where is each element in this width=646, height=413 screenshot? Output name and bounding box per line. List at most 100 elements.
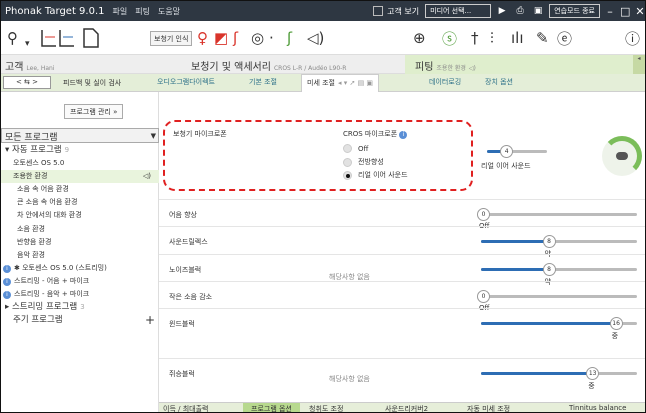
program-item[interactable]: 오토센스 OS 5.0 xyxy=(1,157,159,170)
ear-icon[interactable]: ⓢ xyxy=(442,27,457,49)
tab-fine-tuning[interactable]: 미세 조절 ◂ ▾ ➚ ▤ ▣ xyxy=(301,74,380,92)
bottom-tab[interactable]: Tinnitus balance xyxy=(569,404,626,412)
print-icon[interactable]: ⎙ xyxy=(513,6,527,16)
speaker-icon[interactable]: ◁) xyxy=(143,170,151,183)
ear-sound-icon xyxy=(602,136,642,176)
play-icon[interactable]: ▶ xyxy=(495,6,509,16)
bottom-tab[interactable]: 자동 미세 조정 xyxy=(467,404,510,412)
radio-dot[interactable] xyxy=(343,157,352,167)
info-icon[interactable]: i xyxy=(3,277,11,286)
ear-level-icon[interactable]: ◩ xyxy=(214,27,228,49)
client-icon[interactable]: ⚲ xyxy=(7,27,18,49)
title-bar: Phonak Target 9.0.1 파일 피팅 도움말 고객 보기 미디어 … xyxy=(1,1,645,21)
program-group[interactable]: 주기 프로그램 + xyxy=(1,314,159,327)
program-group[interactable]: ▾ 자동 프로그램 9 xyxy=(1,144,159,157)
tab-datalogging[interactable]: 데이터로깅 xyxy=(429,77,461,87)
feature-slider-thumb[interactable]: 8 xyxy=(542,235,556,248)
bottom-tab[interactable]: 프로그램 옵션 xyxy=(243,403,300,412)
minimize-icon[interactable]: – xyxy=(605,5,615,18)
nav-arrows[interactable]: < ⇆ > xyxy=(3,76,51,89)
restore-icon[interactable]: □ xyxy=(620,5,630,18)
program-item[interactable]: 조용한 환경 ◁) xyxy=(1,170,159,184)
program-item[interactable]: i ✱ 오토센스 OS 5.0 (스트리밍) xyxy=(1,262,159,275)
tab-audiogram-direct[interactable]: 오디오그램다이렉트 xyxy=(157,77,215,87)
document-icon[interactable] xyxy=(83,27,99,49)
program-item[interactable]: 소음 속 어음 환경 xyxy=(1,183,159,196)
menu-file[interactable]: 파일 xyxy=(112,6,127,17)
patient-label: 고객 xyxy=(5,62,24,73)
program-item[interactable]: 큰 소음 속 어음 환경 xyxy=(1,196,159,209)
level-meter-icon[interactable]: ılı xyxy=(511,27,524,49)
program-item[interactable]: 반향음 환경 xyxy=(1,236,159,249)
feature-slider-thumb[interactable]: 13 xyxy=(586,367,600,380)
wrench-icon[interactable]: ✎ xyxy=(536,27,549,49)
cros-option[interactable]: 전방향성 xyxy=(343,157,384,167)
program-select[interactable]: 모든 프로그램 ▼ xyxy=(1,128,159,143)
crosshair-icon[interactable]: ⊕ xyxy=(413,27,426,49)
sound-options-icon[interactable]: · xyxy=(269,27,274,49)
feature-slider[interactable]: 0 Off xyxy=(477,290,637,312)
bottom-tab[interactable]: 이득 / 최대출력 xyxy=(163,404,208,412)
tab-basic-tuning[interactable]: 기본 조절 xyxy=(249,77,277,87)
patient-name: Lee, Hani xyxy=(26,65,55,72)
save-icon[interactable]: ▣ xyxy=(531,6,545,16)
add-program-icon[interactable]: + xyxy=(145,314,155,326)
close-icon[interactable]: ✕ xyxy=(635,5,645,18)
radio-dot[interactable] xyxy=(343,170,352,180)
program-item[interactable]: 소음 환경 xyxy=(1,223,159,236)
practice-mode-exit-button[interactable]: 연습모드 종료 xyxy=(549,4,600,18)
nav-step-feedback[interactable]: 피드백 및 실이 검사 xyxy=(63,78,121,88)
info-icon[interactable]: ⓘ xyxy=(625,27,640,49)
info-icon[interactable]: i xyxy=(399,131,408,139)
person-icon[interactable]: † xyxy=(471,27,479,49)
green-hearing-aid-icon[interactable]: ʃ xyxy=(287,27,292,49)
menu-fitting[interactable]: 피팅 xyxy=(135,6,150,17)
feature-slider[interactable]: 8약 xyxy=(481,235,637,258)
tab-device-options[interactable]: 장치 옵션 xyxy=(485,77,513,87)
feature-slider[interactable]: 16 중 xyxy=(481,317,637,340)
sound-level-icon[interactable]: ◎ xyxy=(251,27,264,49)
cros-option[interactable]: Off xyxy=(343,144,368,153)
program-management-button[interactable]: 프로그램 관리 » xyxy=(64,104,124,119)
program-item[interactable]: i 스트리밍 - 어음 + 마이크 xyxy=(1,275,159,288)
feature-slider-thumb[interactable]: 16 xyxy=(609,317,623,330)
radio-dot[interactable] xyxy=(343,144,352,153)
info-icon[interactable]: i xyxy=(3,264,11,273)
feature-slider[interactable]: 8약 xyxy=(481,263,637,286)
info-icon[interactable]: i xyxy=(3,291,11,300)
program-count: 3 xyxy=(80,303,85,312)
program-item[interactable]: i 스트리밍 - 음악 + 마이크 xyxy=(1,288,159,301)
feature-slider[interactable]: 13 중 xyxy=(481,367,637,390)
bottom-tab[interactable]: 청취도 조정 xyxy=(309,404,343,412)
equalizer-icon[interactable]: ⫶ xyxy=(490,27,494,49)
client-dropdown-icon[interactable]: ▾ xyxy=(25,33,30,55)
feature-slider-thumb[interactable]: 0 xyxy=(477,290,490,303)
customer-view-checkbox[interactable] xyxy=(373,6,384,16)
media-select-dropdown[interactable]: 미디어 선택... xyxy=(425,4,492,18)
undo-redo-icon[interactable]: ◂ ▾ ➚ ▤ ▣ xyxy=(338,79,373,87)
menu-help[interactable]: 도움말 xyxy=(158,6,180,17)
hearing-aid-detect-button[interactable]: 보청기 인식 xyxy=(150,31,193,46)
feedback-icon[interactable]: ʃ xyxy=(233,27,238,49)
devices-label: 보청기 및 액세서리 xyxy=(191,62,271,73)
program-item-label: 소음 환경 xyxy=(17,224,45,233)
microphone-slider-thumb[interactable]: 4 xyxy=(500,145,514,158)
speaker-icon[interactable]: ◁) xyxy=(307,27,324,49)
program-group[interactable]: ▸ 스트리밍 프로그램 3 xyxy=(1,301,159,314)
row-divider xyxy=(159,199,645,200)
program-item[interactable]: 차 안에서의 대화 환경 xyxy=(1,209,159,222)
fitting-nav-bar: < ⇆ > 피드백 및 실이 검사 오디오그램다이렉트 기본 조절 미세 조절 ◂… xyxy=(1,74,645,92)
audiogram-icon[interactable] xyxy=(41,27,75,49)
row-divider xyxy=(159,226,645,227)
cros-option[interactable]: 리얼 이어 사운드 xyxy=(343,170,408,180)
microphone-slider[interactable]: 4 xyxy=(487,145,547,158)
remote-icon[interactable]: ⓔ xyxy=(557,27,572,49)
feature-slider[interactable]: 0 Off xyxy=(477,208,637,230)
bottom-tab[interactable]: 사운드리커버2 xyxy=(385,404,428,412)
feature-slider-thumb[interactable]: 8 xyxy=(542,263,556,276)
customer-view-label: 고객 보기 xyxy=(387,6,420,16)
hearing-aid-icon[interactable]: ♀ xyxy=(197,27,208,49)
feature-slider-fill xyxy=(481,322,614,325)
program-item[interactable]: 음악 환경 xyxy=(1,249,159,262)
feature-slider-thumb[interactable]: 0 xyxy=(477,208,490,221)
